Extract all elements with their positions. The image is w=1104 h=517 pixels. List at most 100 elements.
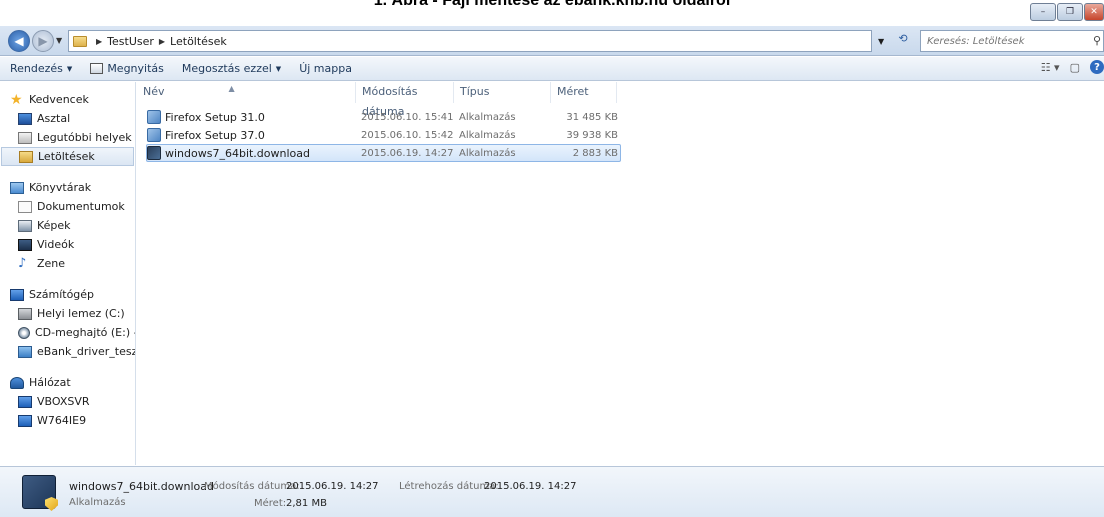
arrow-right-icon: ▶ bbox=[38, 34, 48, 48]
table-row[interactable]: Firefox Setup 31.0 2015.06.10. 15:41 Alk… bbox=[146, 108, 621, 126]
network-drive-icon bbox=[18, 345, 32, 358]
computer-icon bbox=[18, 395, 32, 408]
address-history-dropdown[interactable]: ▼ bbox=[878, 37, 884, 46]
file-size: 39 938 KB bbox=[566, 129, 618, 141]
help-icon[interactable]: ? bbox=[1090, 60, 1104, 74]
maximize-button[interactable]: ❐ bbox=[1057, 3, 1083, 21]
sidebar-item-cd-drive[interactable]: CD-meghajtó (E:) - V bbox=[0, 323, 135, 342]
share-label: Megosztás ezzel bbox=[181, 62, 272, 75]
details-size-label: Méret: bbox=[254, 498, 287, 509]
table-row[interactable]: windows7_64bit.download 2015.06.19. 14:2… bbox=[146, 144, 621, 162]
search-input[interactable] bbox=[927, 35, 1087, 47]
open-label: Megnyitás bbox=[107, 62, 164, 75]
minimize-button[interactable]: – bbox=[1030, 3, 1056, 21]
network-icon bbox=[10, 376, 24, 389]
forward-button[interactable]: ▶ bbox=[32, 30, 54, 52]
column-label: Név bbox=[143, 85, 165, 98]
sidebar-item-documents[interactable]: Dokumentumok bbox=[0, 197, 135, 216]
breadcrumb-downloads[interactable]: Letöltések bbox=[170, 35, 227, 48]
file-date: 2015.06.10. 15:41 bbox=[361, 111, 454, 123]
preview-pane-icon[interactable]: ▢ bbox=[1070, 61, 1080, 74]
breadcrumb[interactable]: ▶ TestUser ▶ Letöltések bbox=[68, 30, 872, 52]
sidebar-item-downloads[interactable]: Letöltések bbox=[1, 147, 134, 166]
sidebar-item-vboxsvr[interactable]: VBOXSVR bbox=[0, 392, 135, 411]
column-label: Típus bbox=[460, 85, 490, 98]
recent-places-icon bbox=[18, 131, 32, 144]
sidebar-item-label: Hálózat bbox=[29, 376, 71, 389]
sidebar-item-label: Könyvtárak bbox=[29, 181, 92, 194]
column-header-name[interactable]: ▲ Név bbox=[137, 82, 356, 103]
details-file-type: Alkalmazás bbox=[69, 497, 126, 508]
application-icon bbox=[147, 146, 161, 160]
table-row[interactable]: Firefox Setup 37.0 2015.06.10. 15:42 Alk… bbox=[146, 126, 621, 144]
column-header-size[interactable]: Méret bbox=[551, 82, 617, 103]
navigation-pane: ★ Kedvencek Asztal Legutóbbi helyek Letö… bbox=[0, 82, 136, 465]
installer-icon bbox=[147, 128, 161, 142]
sidebar-item-libraries[interactable]: Könyvtárak bbox=[0, 178, 135, 197]
sort-ascending-icon: ▲ bbox=[228, 84, 235, 93]
details-file-name: windows7_64bit.download bbox=[69, 480, 214, 493]
new-folder-button[interactable]: Új mappa bbox=[299, 62, 352, 75]
sidebar-item-label: Legutóbbi helyek bbox=[37, 131, 132, 144]
search-icon[interactable]: ⚲ bbox=[1093, 34, 1101, 47]
videos-icon bbox=[18, 238, 32, 251]
details-size-value: 2,81 MB bbox=[286, 498, 327, 509]
chevron-down-icon: ▼ bbox=[275, 64, 282, 73]
sidebar-item-pictures[interactable]: Képek bbox=[0, 216, 135, 235]
application-icon bbox=[90, 63, 104, 74]
chevron-right-icon[interactable]: ▶ bbox=[159, 37, 165, 46]
search-box[interactable]: ⚲ bbox=[920, 30, 1104, 52]
open-button[interactable]: Megnyitás bbox=[90, 62, 164, 75]
breadcrumb-testuser[interactable]: TestUser bbox=[107, 35, 154, 48]
sidebar-item-label: Kedvencek bbox=[29, 93, 89, 106]
hard-drive-icon bbox=[18, 307, 32, 320]
sidebar-item-label: Képek bbox=[37, 219, 71, 232]
application-icon bbox=[22, 475, 56, 509]
sidebar-item-label: CD-meghajtó (E:) - V bbox=[35, 326, 135, 339]
sidebar-item-network[interactable]: Hálózat bbox=[0, 373, 135, 392]
refresh-icon[interactable]: ⟲ bbox=[893, 32, 913, 50]
file-name: Firefox Setup 37.0 bbox=[165, 128, 265, 142]
organize-button[interactable]: Rendezés ▼ bbox=[10, 62, 72, 75]
file-date: 2015.06.19. 14:27 bbox=[361, 147, 454, 159]
sidebar-item-computer[interactable]: Számítógép bbox=[0, 285, 135, 304]
favorites-group: ★ Kedvencek Asztal Legutóbbi helyek Letö… bbox=[0, 90, 135, 166]
recent-pages-dropdown[interactable]: ▼ bbox=[56, 36, 62, 45]
column-header-date[interactable]: Módosítás dátuma bbox=[356, 82, 454, 118]
file-name: Firefox Setup 31.0 bbox=[165, 110, 265, 124]
sidebar-item-label: W764IE9 bbox=[37, 414, 87, 427]
arrow-left-icon: ◀ bbox=[14, 34, 24, 48]
organize-label: Rendezés bbox=[10, 62, 63, 75]
cd-drive-icon bbox=[18, 326, 30, 339]
column-headers: ▲ Név Módosítás dátuma Típus Méret bbox=[137, 82, 617, 118]
sidebar-item-music[interactable]: ♪ Zene bbox=[0, 254, 135, 273]
figure-caption: 1. Ábra - Fájl mentése az ebank.khb.hu o… bbox=[373, 0, 731, 9]
music-icon: ♪ bbox=[18, 255, 27, 271]
chevron-right-icon[interactable]: ▶ bbox=[96, 37, 102, 46]
column-header-type[interactable]: Típus bbox=[454, 82, 551, 103]
share-button[interactable]: Megosztás ezzel ▼ bbox=[182, 62, 281, 75]
sidebar-item-w764ie9[interactable]: W764IE9 bbox=[0, 411, 135, 430]
sidebar-item-network-drive[interactable]: eBank_driver_teszt_e bbox=[0, 342, 135, 361]
file-size: 31 485 KB bbox=[566, 111, 618, 123]
command-bar: Rendezés ▼ Megnyitás Megosztás ezzel ▼ Ú… bbox=[0, 57, 1104, 81]
network-group: Hálózat VBOXSVR W764IE9 bbox=[0, 373, 135, 430]
details-modified-value: 2015.06.19. 14:27 bbox=[286, 481, 379, 492]
sidebar-item-local-disk[interactable]: Helyi lemez (C:) bbox=[0, 304, 135, 323]
back-button[interactable]: ◀ bbox=[8, 30, 30, 52]
chevron-down-icon: ▼ bbox=[66, 64, 73, 73]
close-button[interactable]: ✕ bbox=[1084, 3, 1104, 21]
sidebar-item-label: Videók bbox=[37, 238, 75, 251]
pictures-icon bbox=[18, 219, 32, 232]
details-pane: windows7_64bit.download Alkalmazás Módos… bbox=[0, 466, 1104, 517]
sidebar-item-recent-places[interactable]: Legutóbbi helyek bbox=[0, 128, 135, 147]
file-date: 2015.06.10. 15:42 bbox=[361, 129, 454, 141]
sidebar-item-label: Dokumentumok bbox=[37, 200, 125, 213]
column-label: Méret bbox=[557, 85, 589, 98]
sidebar-item-desktop[interactable]: Asztal bbox=[0, 109, 135, 128]
sidebar-item-videos[interactable]: Videók bbox=[0, 235, 135, 254]
sidebar-item-label: VBOXSVR bbox=[37, 395, 90, 408]
sidebar-item-favorites[interactable]: ★ Kedvencek bbox=[0, 90, 135, 109]
computer-icon bbox=[18, 414, 32, 427]
view-options-icon[interactable]: ☷ ▾ bbox=[1041, 61, 1060, 74]
